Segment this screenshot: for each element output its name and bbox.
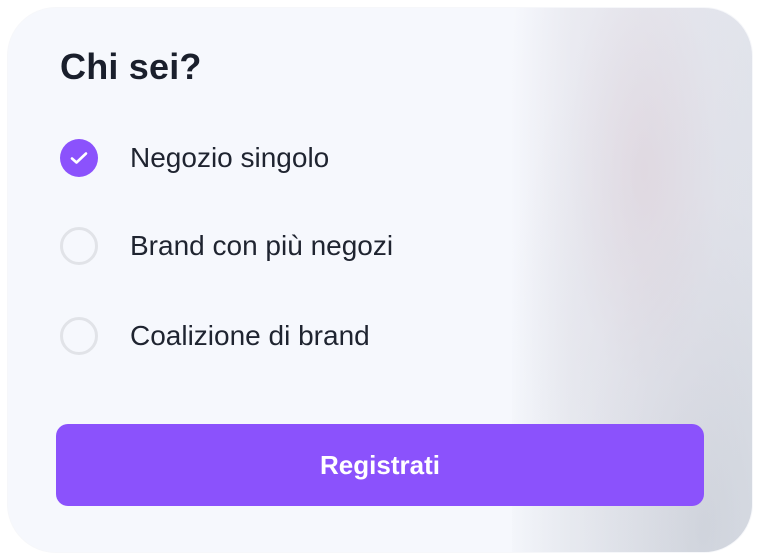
radio-unchecked[interactable] — [60, 227, 98, 265]
option-label: Coalizione di brand — [130, 320, 370, 351]
check-icon — [70, 152, 88, 164]
option-label: Negozio singolo — [130, 142, 330, 173]
option-multi-store-brand[interactable]: Brand con più negozi — [60, 224, 393, 268]
register-button[interactable]: Registrati — [56, 424, 704, 506]
signup-card: Chi sei? Negozio singolo Brand con più n… — [8, 8, 752, 552]
option-brand-coalition[interactable]: Coalizione di brand — [60, 314, 370, 358]
radio-unchecked[interactable] — [60, 317, 98, 355]
option-label: Brand con più negozi — [130, 230, 394, 261]
form-title: Chi sei? — [60, 46, 202, 87]
option-single-store[interactable]: Negozio singolo — [60, 136, 329, 180]
radio-checked[interactable] — [60, 139, 98, 177]
